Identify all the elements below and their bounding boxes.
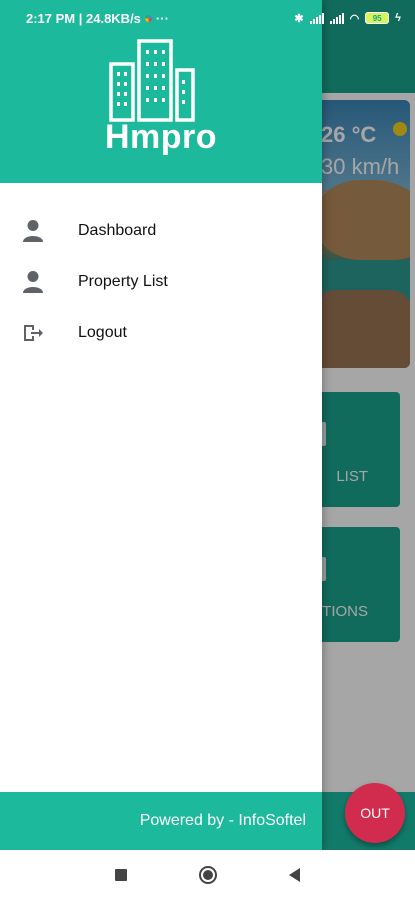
person-icon [22,219,44,243]
battery-icon: 95 [365,12,390,24]
menu-item-property-list[interactable]: Property List [0,256,322,307]
system-navigation-bar [0,850,415,900]
charging-icon: ϟ [395,12,401,24]
drawer-menu: Dashboard Property List Logout [0,205,322,358]
home-icon[interactable] [199,866,217,884]
logout-icon [22,321,44,345]
bluetooth-icon: ✱ [294,12,304,25]
wifi-icon: ◠ [349,12,360,25]
more-notifications: ··· [155,10,169,26]
fab-label: OUT [360,805,390,821]
menu-item-logout[interactable]: Logout [0,307,322,358]
powered-by-text: Powered by - InfoSoftel [139,812,306,829]
person-icon [22,270,44,294]
status-time: 2:17 PM | 24.8KB/s [26,10,141,26]
back-icon[interactable] [289,868,300,882]
signal-icon [309,12,324,24]
recents-icon[interactable] [115,869,127,881]
brand-name: Hmpro [104,118,218,156]
menu-item-label: Property List [78,272,168,290]
logout-fab[interactable]: OUT [345,783,405,843]
status-bar: 2:17 PM | 24.8KB/s ··· ✱ ◠ 95 ϟ [0,0,415,36]
drawer-footer: Powered by - InfoSoftel [0,792,322,850]
navigation-drawer: Hmpro Dashboard Property List Logout Pow… [0,0,322,850]
menu-item-label: Dashboard [78,221,157,239]
buildings-logo-icon [109,39,195,122]
signal-icon [329,12,344,24]
menu-item-dashboard[interactable]: Dashboard [0,205,322,256]
google-icon [144,14,152,22]
menu-item-label: Logout [78,323,127,341]
